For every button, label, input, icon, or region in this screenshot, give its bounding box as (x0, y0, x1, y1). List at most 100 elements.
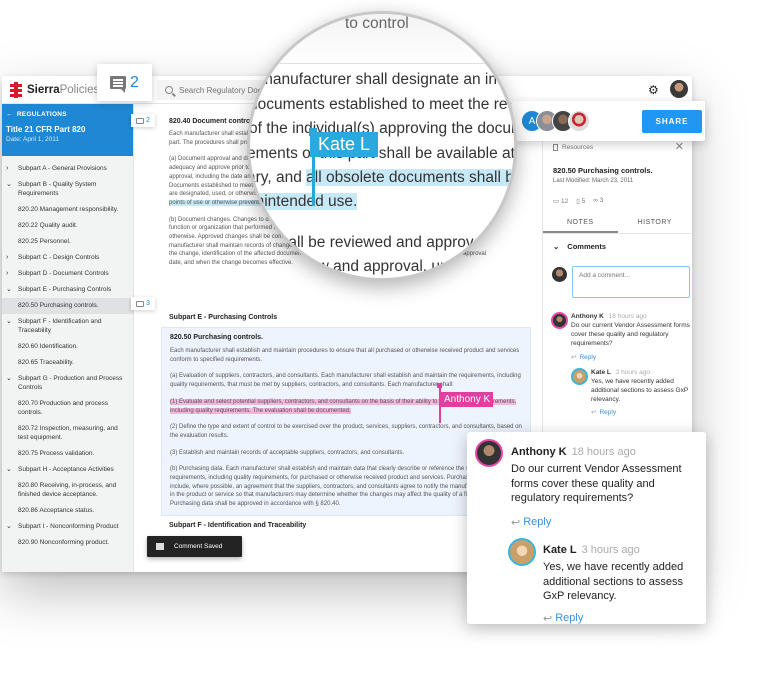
sidebar-section-item[interactable]: 820.60 Identification. (2, 339, 133, 355)
paragraph: Each manufacturer shall establish and ma… (170, 348, 520, 363)
reply-button[interactable]: ↩ Reply (543, 612, 703, 625)
avatar-anthony-k (475, 439, 503, 467)
links-stat[interactable]: ∞ 3 (593, 197, 603, 205)
sidebar-item-label: 820.22 Quality audit. (18, 222, 78, 229)
regulation-date: Date: April 1, 2011 (6, 136, 59, 143)
comment-count: 2 (146, 117, 150, 124)
sidebar-item-label: Subpart G - Production and Process Contr… (18, 375, 123, 391)
sidebar-section-item[interactable]: 820.22 Quality audit. (2, 218, 133, 234)
comment-icon (136, 117, 144, 124)
chevron-down-icon: ⌄ (6, 375, 12, 382)
sidebar-section-item[interactable]: 820.25 Personnel. (2, 234, 133, 250)
toast-text: Comment Saved (174, 543, 223, 550)
comment-icon (136, 300, 144, 307)
sidebar-item-label: Subpart H - Acceptance Activities (18, 466, 114, 473)
sidebar-section-item[interactable]: 820.20 Management responsibility. (2, 202, 133, 218)
add-comment-input[interactable] (572, 266, 690, 298)
sidebar-header: ← REGULATIONS Title 21 CFR Part 820 Date… (2, 104, 133, 156)
comment-text: Do our current Vendor Assessment forms c… (511, 463, 682, 504)
reply-button[interactable]: ↩ Reply (591, 408, 691, 417)
comment-count-badge[interactable]: 2 (131, 114, 155, 127)
sidebar-subpart-item[interactable]: › Subpart A - General Provisions (2, 161, 133, 177)
sidebar-section-item[interactable]: 820.75 Process validation. (2, 446, 133, 462)
comment-count: 3 (146, 300, 150, 307)
sidebar-item-label: 820.75 Process validation. (18, 450, 95, 457)
panel-stats: ▭ 12 ▯ 5 ∞ 3 (553, 197, 603, 205)
floating-comment-badge[interactable]: 2 (97, 64, 152, 101)
sidebar-section-item[interactable]: 820.80 Receiving, in-process, and finish… (2, 478, 133, 503)
arrow-left-icon: ← (6, 111, 13, 118)
logo-text: SierraPolicies (27, 84, 100, 96)
sidebar: ← REGULATIONS Title 21 CFR Part 820 Date… (2, 104, 134, 572)
sidebar-subpart-item[interactable]: › Subpart C - Design Controls (2, 250, 133, 266)
magnifier-lens: to control manufacturer shall designate … (247, 11, 517, 281)
sidebar-subpart-item[interactable]: ⌄ Subpart I - Nonconforming Product (2, 519, 133, 535)
reply-icon: ↩ (591, 409, 597, 416)
reply-icon: ↩ (543, 612, 553, 625)
sidebar-item-label: Subpart B - Quality System Requirements (18, 181, 97, 197)
sidebar-section-item[interactable]: 820.86 Acceptance status. (2, 503, 133, 519)
zoomed-comment-card: Anthony K 18 hours ago Do our current Ven… (467, 432, 706, 625)
comment-icon (110, 76, 127, 93)
sidebar-item-label: 820.80 Receiving, in-process, and finish… (18, 482, 117, 498)
sidebar-section-item[interactable]: 820.70 Production and process controls. (2, 396, 133, 421)
link-icon: ∞ (593, 197, 598, 204)
comments-section-toggle[interactable]: ⌄ Comments (553, 242, 606, 251)
sidebar-item-label: 820.20 Management responsibility. (18, 206, 119, 213)
comment-text: Yes, we have recently added additional s… (543, 561, 684, 602)
sidebar-subpart-item[interactable]: ⌄ Subpart E - Purchasing Controls (2, 282, 133, 298)
search-icon (165, 86, 173, 94)
comment-count: 2 (130, 73, 139, 91)
close-icon[interactable]: ✕ (675, 140, 684, 153)
current-user-avatar (552, 267, 567, 282)
sidebar-section-item[interactable]: 820.65 Traceability. (2, 355, 133, 371)
sidebar-item-label: 820.25 Personnel. (18, 238, 71, 245)
reply-icon: ↩ (511, 516, 521, 529)
share-button[interactable]: SHARE (642, 110, 702, 133)
sidebar-section-item[interactable]: 820.90 Nonconforming product. (2, 535, 133, 551)
comment-text: Do our current Vendor Assessment forms c… (571, 322, 690, 347)
resources-label: Resources (553, 144, 593, 151)
sidebar-item-label: Subpart F - Identification and Traceabil… (18, 318, 102, 334)
bookmarks-stat[interactable]: ▯ 5 (576, 197, 585, 205)
sidebar-item-label: 820.72 Inspection, measuring, and test e… (18, 425, 118, 441)
sidebar-item-label: 820.90 Nonconforming product. (18, 539, 110, 546)
sidebar-item-label: 820.86 Acceptance status. (18, 507, 95, 514)
back-to-regulations-link[interactable]: ← REGULATIONS (6, 111, 129, 118)
collaborator-avatar[interactable] (568, 110, 590, 132)
regulation-title: Title 21 CFR Part 820 (6, 125, 86, 134)
sidebar-item-label: Subpart I - Nonconforming Product (18, 523, 119, 530)
chevron-down-icon: ⌄ (6, 181, 12, 188)
comment-count-badge[interactable]: 3 (131, 297, 155, 310)
logo[interactable]: SierraPolicies (10, 82, 99, 98)
tab-notes[interactable]: NOTES (543, 212, 618, 233)
reply-button[interactable]: ↩ Reply (511, 516, 701, 529)
sidebar-section-item[interactable]: 820.50 Purchasing controls. (2, 298, 133, 314)
toast-notification: Comment Saved (147, 536, 242, 557)
bookmark-icon: ▯ (576, 198, 580, 205)
chevron-right-icon: › (6, 165, 9, 172)
chevron-down-icon: ⌄ (6, 523, 12, 530)
sidebar-subpart-item[interactable]: ⌄ Subpart F - Identification and Traceabi… (2, 314, 133, 339)
sidebar-item-label: 820.70 Production and process controls. (18, 400, 108, 416)
user-avatar[interactable] (670, 80, 688, 98)
sidebar-item-label: Subpart D - Document Controls (18, 270, 109, 277)
sidebar-nav-list: › Subpart A - General Provisions ⌄ Subpart … (2, 156, 133, 551)
settings-gear-icon[interactable]: ⚙ (648, 84, 659, 96)
sidebar-section-item[interactable]: 820.72 Inspection, measuring, and test e… (2, 421, 133, 446)
panel-title: 820.50 Purchasing controls. (553, 166, 653, 175)
sidebar-subpart-item[interactable]: ⌄ Subpart G - Production and Process Cont… (2, 371, 133, 396)
avatar-anthony-k (551, 312, 568, 329)
reply-button[interactable]: ↩ Reply (571, 353, 691, 362)
logo-mark-icon (10, 82, 22, 98)
sidebar-item-label: 820.50 Purchasing controls. (18, 302, 99, 309)
comment-text: Yes, we have recently added additional s… (591, 378, 689, 403)
tab-history[interactable]: HISTORY (618, 212, 693, 233)
section-title: 820.50 Purchasing controls. (170, 334, 263, 341)
sidebar-subpart-item[interactable]: ⌄ Subpart B - Quality System Requirements (2, 177, 133, 202)
subpart-title: Subpart E - Purchasing Controls (169, 314, 278, 321)
sidebar-item-label: Subpart E - Purchasing Controls (18, 286, 112, 293)
sidebar-subpart-item[interactable]: ⌄ Subpart H - Acceptance Activities (2, 462, 133, 478)
sidebar-subpart-item[interactable]: › Subpart D - Document Controls (2, 266, 133, 282)
comments-stat[interactable]: ▭ 12 (553, 197, 568, 205)
